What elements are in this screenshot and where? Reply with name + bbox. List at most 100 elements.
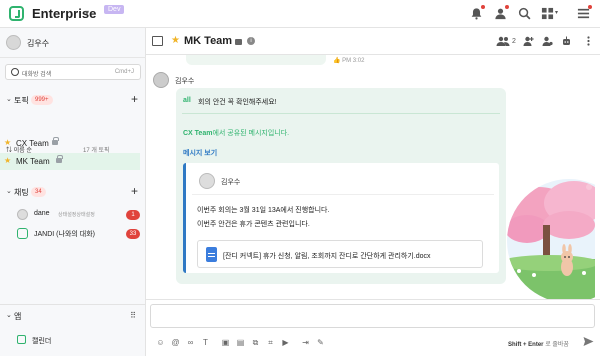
emoji-icon[interactable]: ☺ bbox=[156, 338, 165, 347]
lock-icon bbox=[56, 155, 63, 163]
topics-section-header[interactable]: ⌄ 토픽 999+ + bbox=[0, 90, 146, 110]
connect-icon[interactable]: ⇥ bbox=[301, 338, 310, 347]
more-icon[interactable] bbox=[583, 36, 594, 46]
message-time: 👍 PM 3:02 bbox=[333, 58, 365, 64]
message-text: 회의 안건 꼭 확인해주세요! bbox=[198, 99, 277, 106]
topic-item-mk-team[interactable]: ★ MK Team bbox=[0, 153, 140, 170]
search-input[interactable]: 대화방 검색 Cmd+J bbox=[5, 64, 141, 80]
topics-title: 토픽 bbox=[14, 96, 29, 105]
chevron-down-icon[interactable]: ⌄ bbox=[6, 187, 12, 195]
message-author[interactable]: 김우수 bbox=[175, 76, 194, 86]
add-chat-button[interactable]: + bbox=[131, 184, 138, 198]
add-topic-button[interactable]: + bbox=[131, 92, 138, 106]
video-icon[interactable]: ▶ bbox=[281, 338, 290, 347]
members-icon[interactable] bbox=[496, 36, 510, 46]
topics-badge: 999+ bbox=[31, 95, 53, 105]
attach-file-icon[interactable]: ▣ bbox=[221, 338, 230, 347]
mention-icon[interactable]: @ bbox=[171, 338, 180, 347]
lock-icon bbox=[52, 137, 59, 145]
app-label: 캘린더 bbox=[32, 338, 52, 345]
topic-header: ★ MK Team i 2 bbox=[146, 28, 600, 55]
quote-line: 이번주 안건은 휴가 콘텐츠 관련입니다. bbox=[197, 221, 310, 228]
env-badge: Dev bbox=[104, 5, 125, 14]
avatar[interactable] bbox=[153, 72, 169, 88]
panel-toggle-icon[interactable] bbox=[152, 36, 163, 46]
hint-text: 로 줄바꿈 bbox=[545, 342, 569, 348]
cherry-blossom-sticker[interactable] bbox=[499, 171, 595, 299]
mention-all[interactable]: all bbox=[183, 97, 191, 104]
notification-dot bbox=[588, 5, 592, 9]
file-attachment[interactable]: [잔디 커넥트] 휴가 신청, 알림, 조회까지 잔디로 간단하게 관리하기.d… bbox=[197, 240, 483, 268]
newline-hint: Shift + Enter 로 줄바꿈 bbox=[508, 339, 569, 348]
search-placeholder: 대화방 검색 bbox=[22, 72, 52, 78]
avatar bbox=[199, 173, 215, 189]
apps-title: 앱 bbox=[14, 312, 22, 321]
notification-dot bbox=[481, 5, 485, 9]
sidebar: 김우수 대화방 검색 Cmd+J ⌄ 토픽 999+ + ⇅ 이름 순 17 개… bbox=[0, 28, 146, 356]
jandi-logo-icon[interactable] bbox=[9, 6, 24, 21]
previous-message-bubble[interactable] bbox=[186, 55, 326, 65]
user-name: 김우수 bbox=[27, 39, 50, 48]
text-format-icon[interactable]: T bbox=[201, 338, 210, 347]
sticker-icon[interactable]: ✎ bbox=[316, 338, 325, 347]
file-name: [잔디 커넥트] 휴가 신청, 알림, 조회까지 잔디로 간단하게 관리하기.d… bbox=[223, 253, 431, 260]
apps-section: ⌄ 앱 ⠿ 캘린더 bbox=[0, 304, 146, 356]
view-message-link[interactable]: 메시지 보기 bbox=[183, 148, 217, 158]
hint-keys: Shift + Enter bbox=[508, 342, 544, 348]
jandi-logo-icon bbox=[17, 228, 28, 239]
top-bar: Enterprise ▾ Dev ▾ bbox=[0, 0, 600, 28]
message-bubble[interactable]: all 회의 안건 꼭 확인해주세요! CX Team에서 공유된 메시지입니다… bbox=[176, 88, 506, 284]
time-label: PM 3:02 bbox=[342, 58, 365, 64]
shared-from-label: CX Team에서 공유된 메시지입니다. bbox=[183, 128, 289, 138]
chevron-down-icon[interactable]: ⌄ bbox=[6, 311, 12, 319]
image-icon[interactable]: ▤ bbox=[236, 338, 245, 347]
star-icon[interactable]: ★ bbox=[4, 156, 11, 165]
unread-badge: 1 bbox=[126, 210, 140, 220]
link-icon[interactable]: ∞ bbox=[186, 338, 195, 347]
chat-label: dane bbox=[34, 210, 50, 217]
quote-line: 이번주 회의는 3월 31일 13A에서 진행합니다. bbox=[197, 207, 330, 214]
chat-item-dane[interactable]: dane 상태설정상태설정 1 bbox=[0, 207, 146, 223]
send-icon[interactable] bbox=[583, 336, 594, 347]
shared-text: 에서 공유된 메시지입니다. bbox=[212, 130, 290, 137]
divider bbox=[182, 113, 500, 114]
star-icon[interactable]: ★ bbox=[171, 35, 180, 46]
message-list[interactable]: 👍 PM 3:02 김우수 all 회의 안건 꼭 확인해주세요! CX Tea… bbox=[146, 55, 600, 299]
message-composer: ☺ @ ∞ T ▣ ▤ ⧉ ⌗ ▶ ⇥ ✎ Shift + Enter 로 줄바… bbox=[146, 299, 600, 356]
avatar bbox=[17, 209, 28, 220]
add-member-icon[interactable] bbox=[523, 36, 534, 46]
screenshot-icon[interactable]: ⌗ bbox=[266, 338, 275, 347]
shared-message-card[interactable]: 김우수 이번주 회의는 3월 31일 13A에서 진행합니다. 이번주 안건은 … bbox=[183, 163, 499, 273]
topic-item-cx-team[interactable]: ★ CX Team bbox=[0, 135, 140, 152]
chat-status: 상태설정상태설정 bbox=[58, 212, 95, 218]
avatar[interactable] bbox=[6, 35, 21, 50]
chevron-down-icon[interactable]: ▾ bbox=[555, 9, 568, 22]
star-icon[interactable]: ★ bbox=[4, 138, 11, 147]
chevron-down-icon[interactable]: ⌄ bbox=[6, 95, 12, 103]
bell-icon[interactable] bbox=[470, 7, 483, 20]
apps-section-header[interactable]: ⌄ 앱 ⠿ bbox=[0, 305, 146, 327]
search-icon bbox=[11, 68, 19, 76]
quote-author: 김우수 bbox=[221, 179, 241, 186]
code-icon[interactable]: ⧉ bbox=[251, 338, 260, 347]
profile-row[interactable]: 김우수 bbox=[0, 28, 146, 58]
team-icon[interactable] bbox=[494, 7, 507, 20]
search-icon[interactable] bbox=[518, 7, 531, 20]
settings-person-icon[interactable] bbox=[542, 36, 553, 46]
menu-icon[interactable] bbox=[577, 7, 590, 20]
info-icon[interactable]: i bbox=[247, 37, 255, 45]
chats-section-header[interactable]: ⌄ 채팅 34 + bbox=[0, 182, 146, 202]
notification-dot bbox=[505, 5, 509, 9]
chat-item-jandi-self[interactable]: JANDI (나와의 대화) 33 bbox=[0, 226, 146, 242]
topic-label: CX Team bbox=[16, 139, 49, 148]
shared-topic-link[interactable]: CX Team bbox=[183, 130, 212, 137]
message-input[interactable] bbox=[150, 304, 595, 328]
app-item-calendar[interactable]: 캘린더 bbox=[0, 331, 146, 351]
lock-icon bbox=[235, 39, 242, 45]
document-icon bbox=[206, 247, 217, 262]
apps-grid-icon[interactable]: ⠿ bbox=[130, 311, 136, 320]
chats-badge: 34 bbox=[31, 187, 46, 197]
chevron-down-icon[interactable]: ▾ bbox=[85, 8, 89, 17]
bot-icon[interactable] bbox=[561, 36, 572, 46]
search-shortcut: Cmd+J bbox=[114, 69, 134, 75]
